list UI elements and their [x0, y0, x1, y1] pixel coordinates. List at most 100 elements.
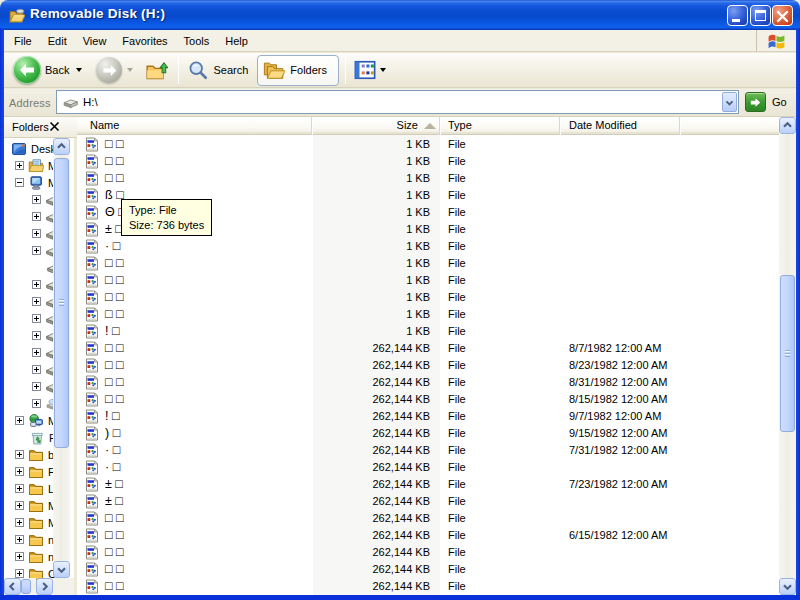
file-type: File — [448, 308, 466, 320]
address-combobox[interactable]: H:\ — [56, 90, 739, 114]
file-row[interactable]: !□ 1 KB File — [77, 323, 779, 340]
list-scroll-up-button[interactable] — [779, 117, 796, 134]
search-icon[interactable] — [187, 59, 209, 81]
menu-item[interactable]: File — [6, 30, 40, 52]
expand-plus-icon[interactable] — [32, 229, 41, 238]
file-row[interactable]: □□ 1 KB File — [77, 272, 779, 289]
file-name: □□ — [105, 511, 127, 525]
file-type: File — [448, 529, 466, 541]
file-row[interactable]: ·□ 262,144 KB File — [77, 459, 779, 476]
file-type: File — [448, 393, 466, 405]
expand-plus-icon[interactable] — [15, 416, 24, 425]
file-row[interactable]: □□ 1 KB File — [77, 255, 779, 272]
expand-plus-icon[interactable] — [15, 552, 24, 561]
file-row[interactable]: □□ 262,144 KB File — [77, 578, 779, 595]
file-icon — [84, 561, 100, 577]
close-button[interactable] — [772, 5, 793, 26]
file-row[interactable]: □□ 262,144 KB File 8/15/1982 12:00 AM — [77, 391, 779, 408]
file-row[interactable]: □□ 262,144 KB File 8/7/1982 12:00 AM — [77, 340, 779, 357]
file-type: File — [448, 410, 466, 422]
column-header-size[interactable]: Size — [312, 117, 440, 135]
file-icon — [84, 374, 100, 390]
expand-plus-icon[interactable] — [32, 399, 41, 408]
explorer-window: Removable Disk (H:) FileEditViewFavorite… — [0, 0, 800, 600]
file-row[interactable]: ±□ 262,144 KB File 7/23/1982 12:00 AM — [77, 476, 779, 493]
tree-scroll-right-button[interactable] — [36, 578, 53, 595]
column-header-type[interactable]: Type — [440, 117, 560, 135]
tree-scrollbar-thumb[interactable] — [54, 158, 69, 448]
menu-item[interactable]: Favorites — [114, 30, 175, 52]
expand-plus-icon[interactable] — [15, 161, 24, 170]
expand-plus-icon[interactable] — [15, 467, 24, 476]
address-value[interactable]: H:\ — [83, 96, 98, 108]
expand-plus-icon[interactable] — [32, 314, 41, 323]
forward-button[interactable] — [96, 57, 122, 83]
views-dropdown-icon[interactable] — [380, 68, 386, 72]
list-scrollbar-thumb[interactable] — [780, 275, 795, 432]
file-date: 7/31/1982 12:00 AM — [569, 444, 667, 456]
expand-plus-icon[interactable] — [15, 518, 24, 527]
folders-toggle-button[interactable]: Folders — [257, 55, 339, 86]
expand-plus-icon[interactable] — [32, 365, 41, 374]
expand-plus-icon[interactable] — [32, 297, 41, 306]
search-button-label[interactable]: Search — [213, 64, 248, 76]
file-row[interactable]: □□ 1 KB File — [77, 170, 779, 187]
menu-item[interactable]: Tools — [176, 30, 218, 52]
file-row[interactable]: □□ 262,144 KB File 8/23/1982 12:00 AM — [77, 357, 779, 374]
file-row[interactable]: □□ 1 KB File — [77, 153, 779, 170]
tree-horizontal-scrollbar — [4, 578, 70, 595]
back-button-label[interactable]: Back — [45, 64, 69, 76]
maximize-button[interactable] — [750, 5, 771, 26]
tree-scroll-up-button[interactable] — [53, 138, 70, 155]
back-dropdown-icon[interactable] — [76, 68, 82, 72]
menu-item[interactable]: View — [75, 30, 115, 52]
file-row[interactable]: □□ 262,144 KB File 6/15/1982 12:00 AM — [77, 527, 779, 544]
file-row[interactable]: □□ 1 KB File — [77, 289, 779, 306]
list-scroll-down-button[interactable] — [779, 578, 796, 595]
file-row[interactable]: ·□ 1 KB File — [77, 238, 779, 255]
file-name: □□ — [105, 171, 127, 185]
expand-plus-icon[interactable] — [15, 484, 24, 493]
file-row[interactable]: □□ 262,144 KB File 8/31/1982 12:00 AM — [77, 374, 779, 391]
expand-plus-icon[interactable] — [15, 501, 24, 510]
file-row[interactable]: )□ 262,144 KB File 9/15/1982 12:00 AM — [77, 425, 779, 442]
file-row[interactable]: □□ 1 KB File — [77, 306, 779, 323]
tree-scroll-left-button[interactable] — [4, 578, 21, 595]
file-type: File — [448, 206, 466, 218]
file-row[interactable]: !□ 262,144 KB File 9/7/1982 12:00 AM — [77, 408, 779, 425]
expand-plus-icon[interactable] — [32, 348, 41, 357]
views-icon[interactable] — [354, 59, 376, 81]
file-name: □□ — [105, 154, 127, 168]
expand-plus-icon[interactable] — [15, 569, 24, 578]
go-label[interactable]: Go — [772, 96, 787, 108]
expand-plus-icon[interactable] — [15, 450, 24, 459]
menu-item[interactable]: Edit — [40, 30, 75, 52]
expand-plus-icon[interactable] — [32, 246, 41, 255]
column-header-name[interactable]: Name — [77, 117, 312, 135]
tree-scroll-down-button[interactable] — [53, 561, 70, 578]
address-dropdown-button[interactable] — [722, 92, 737, 112]
expand-plus-icon[interactable] — [32, 382, 41, 391]
file-row[interactable]: □□ 1 KB File — [77, 136, 779, 153]
column-header-date[interactable]: Date Modified — [560, 117, 680, 135]
back-button[interactable] — [13, 56, 41, 84]
expand-plus-icon[interactable] — [32, 331, 41, 340]
up-button[interactable] — [145, 59, 168, 82]
go-button[interactable] — [745, 92, 766, 112]
file-row[interactable]: □□ 262,144 KB File — [77, 544, 779, 561]
menu-item[interactable]: Help — [217, 30, 256, 52]
file-row[interactable]: ±□ 262,144 KB File — [77, 493, 779, 510]
expand-plus-icon[interactable] — [15, 535, 24, 544]
expand-plus-icon[interactable] — [32, 212, 41, 221]
file-row[interactable]: □□ 262,144 KB File — [77, 510, 779, 527]
close-folders-icon[interactable] — [48, 120, 61, 133]
expand-plus-icon[interactable] — [32, 195, 41, 204]
chevron-down-icon — [780, 579, 795, 594]
minimize-button[interactable] — [727, 5, 748, 26]
file-row[interactable]: □□ 262,144 KB File — [77, 561, 779, 578]
file-row[interactable]: ·□ 262,144 KB File 7/31/1982 12:00 AM — [77, 442, 779, 459]
folders-icon — [263, 59, 285, 81]
collapse-minus-icon[interactable] — [15, 178, 24, 187]
expand-plus-icon[interactable] — [32, 280, 41, 289]
tree-hscrollbar-thumb[interactable] — [21, 579, 31, 594]
